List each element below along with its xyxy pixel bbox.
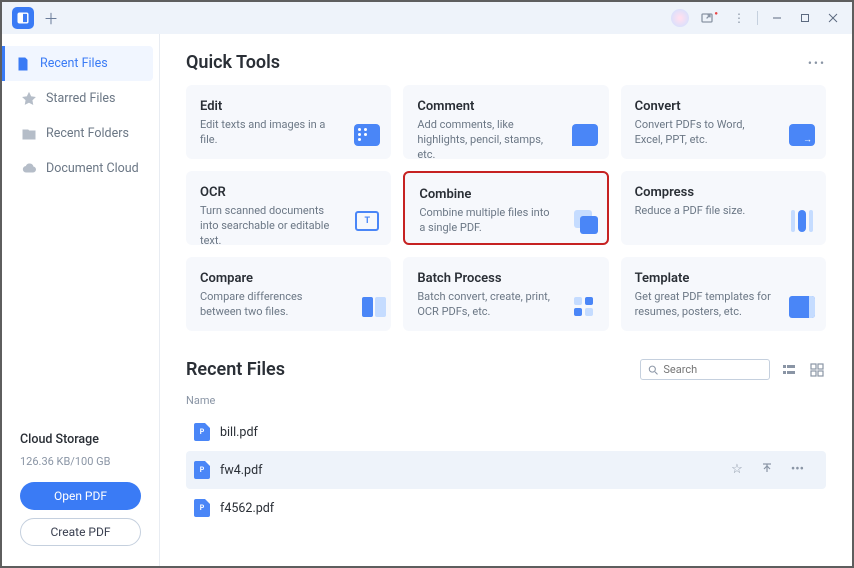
grid-view-button[interactable]	[808, 361, 826, 379]
new-tab-button[interactable]: ＋	[40, 7, 62, 29]
tool-compress[interactable]: Compress Reduce a PDF file size.	[621, 171, 826, 245]
folder-icon	[22, 127, 36, 141]
tool-title: OCR	[200, 185, 377, 200]
tool-combine[interactable]: Combine Combine multiple files into a sin…	[403, 171, 608, 245]
sidebar-item-label: Starred Files	[46, 91, 116, 106]
pdf-icon: P	[194, 499, 210, 517]
tool-title: Batch Process	[417, 271, 594, 286]
pdf-icon: P	[194, 423, 210, 441]
menu-icon[interactable]: ⋮	[727, 6, 751, 30]
file-name: bill.pdf	[220, 425, 818, 440]
cloud-usage: 126.36 KB/100 GB	[20, 455, 141, 468]
tool-ocr[interactable]: OCRTurn scanned documents into searchabl…	[186, 171, 391, 245]
tool-title: Convert	[635, 99, 812, 114]
search-input[interactable]	[663, 363, 762, 376]
sidebar-item-starred-files[interactable]: Starred Files	[8, 81, 153, 116]
comment-icon	[571, 121, 599, 149]
tool-title: Compress	[635, 185, 812, 200]
ocr-icon: T	[353, 207, 381, 235]
compress-icon	[788, 207, 816, 235]
file-name: fw4.pdf	[220, 463, 721, 478]
sidebar-item-document-cloud[interactable]: Document Cloud	[8, 151, 153, 186]
batch-icon	[571, 293, 599, 321]
compare-icon	[353, 293, 381, 321]
tool-desc: Batch convert, create, print, OCR PDFs, …	[417, 290, 594, 320]
file-icon	[16, 57, 30, 71]
cloud-icon	[22, 162, 36, 176]
close-button[interactable]	[820, 7, 846, 29]
file-row[interactable]: Pbill.pdf	[186, 413, 826, 451]
tool-edit[interactable]: Edit Edit texts and images in a file.	[186, 85, 391, 159]
account-icon[interactable]	[671, 9, 689, 27]
tool-title: Template	[635, 271, 812, 286]
star-icon[interactable]: ☆	[731, 462, 743, 478]
sidebar-item-label: Recent Files	[40, 56, 108, 71]
file-row[interactable]: Pf4562.pdf	[186, 489, 826, 527]
tool-template[interactable]: Template Get great PDF templates for resu…	[621, 257, 826, 331]
search-box[interactable]	[640, 359, 770, 380]
files-list: Pbill.pdfPfw4.pdf☆•••Pf4562.pdf	[186, 413, 826, 527]
tool-convert[interactable]: Convert Convert PDFs to Word, Excel, PPT,…	[621, 85, 826, 159]
titlebar: ＋ ● ⋮	[2, 2, 852, 34]
combine-icon	[569, 205, 597, 233]
quick-tools-title: Quick Tools	[186, 52, 280, 73]
column-name: Name	[186, 388, 826, 413]
tool-desc: Add comments, like highlights, pencil, s…	[417, 118, 594, 163]
sidebar-item-label: Recent Folders	[46, 126, 129, 141]
tool-desc: Turn scanned documents into searchable o…	[200, 204, 377, 249]
tool-desc: Edit texts and images in a file.	[200, 118, 377, 148]
tool-desc: Reduce a PDF file size.	[635, 204, 812, 219]
template-icon	[788, 293, 816, 321]
edit-icon	[353, 121, 381, 149]
pin-icon[interactable]	[761, 462, 773, 478]
tool-desc: Convert PDFs to Word, Excel, PPT, etc.	[635, 118, 812, 148]
open-pdf-button[interactable]: Open PDF	[20, 482, 141, 510]
cloud-storage-section: Cloud Storage 126.36 KB/100 GB Open PDF …	[2, 420, 159, 566]
tool-compare[interactable]: Compare Compare differences between two f…	[186, 257, 391, 331]
tool-comment[interactable]: CommentAdd comments, like highlights, pe…	[403, 85, 608, 159]
pdf-icon: P	[194, 461, 210, 479]
file-row[interactable]: Pfw4.pdf ☆ •••	[186, 451, 826, 489]
maximize-button[interactable]	[792, 7, 818, 29]
quick-tools-more[interactable]: •••	[808, 56, 826, 70]
app-logo	[12, 7, 34, 29]
recent-files-title: Recent Files	[186, 359, 285, 380]
tools-grid: Edit Edit texts and images in a file. Comm…	[186, 85, 826, 331]
tool-desc: Combine multiple files into a single PDF…	[419, 206, 592, 236]
create-pdf-button[interactable]: Create PDF	[20, 518, 141, 546]
minimize-button[interactable]	[764, 7, 790, 29]
nav: Recent Files Starred Files Recent Folders D…	[2, 46, 159, 420]
sidebar-item-recent-files[interactable]: Recent Files	[2, 46, 153, 81]
tool-title: Edit	[200, 99, 377, 114]
tool-title: Comment	[417, 99, 594, 114]
sidebar-item-label: Document Cloud	[46, 161, 139, 176]
main-content: Quick Tools ••• Edit Edit texts and image…	[160, 34, 852, 566]
tool-desc: Get great PDF templates for resumes, pos…	[635, 290, 812, 320]
file-name: f4562.pdf	[220, 501, 818, 516]
tool-title: Combine	[419, 187, 592, 202]
more-icon[interactable]: •••	[791, 462, 804, 478]
tool-batch[interactable]: Batch Process Batch convert, create, prin…	[403, 257, 608, 331]
cloud-title: Cloud Storage	[20, 432, 141, 447]
sidebar: Recent Files Starred Files Recent Folders D…	[2, 34, 160, 566]
list-view-button[interactable]	[780, 361, 798, 379]
star-icon	[22, 92, 36, 106]
convert-icon	[788, 121, 816, 149]
sidebar-item-recent-folders[interactable]: Recent Folders	[8, 116, 153, 151]
tool-title: Compare	[200, 271, 377, 286]
tool-desc: Compare differences between two files.	[200, 290, 377, 320]
notification-dot: ●	[714, 10, 718, 17]
search-icon	[648, 364, 658, 376]
